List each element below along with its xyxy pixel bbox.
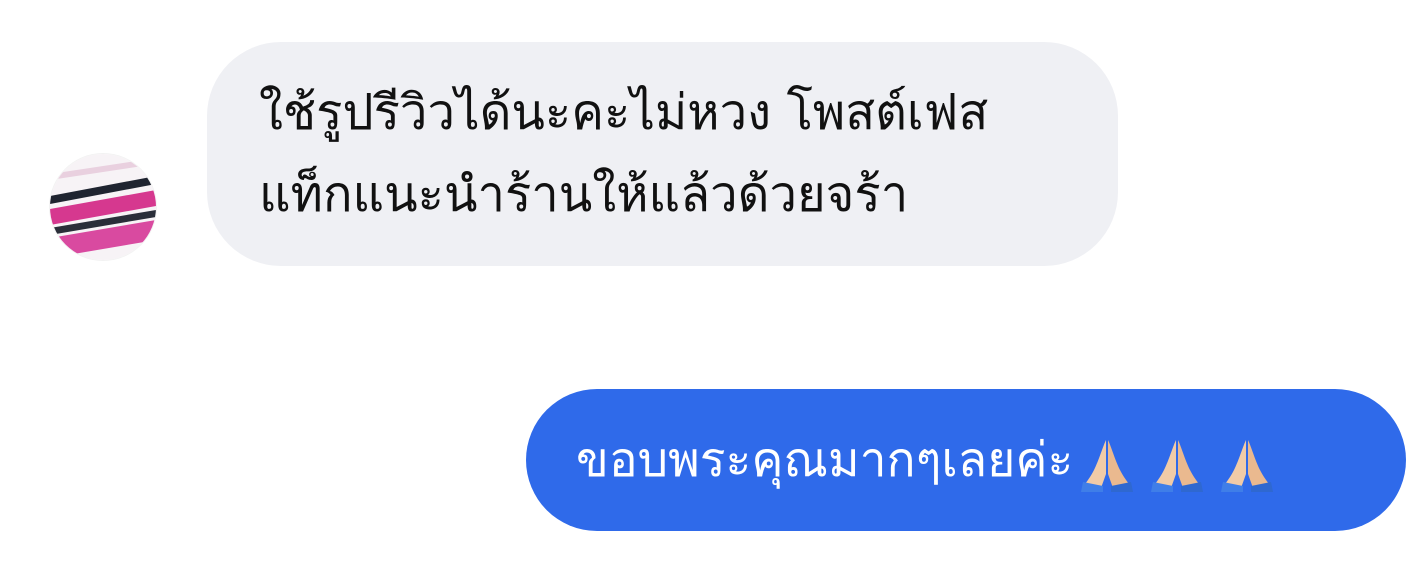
avatar-image — [50, 154, 156, 260]
contact-avatar[interactable] — [50, 154, 156, 260]
received-message-line-2: แท็กแนะนำร้านให้แล้วด้วยจร้า — [259, 166, 909, 223]
sent-message-bubble[interactable]: ขอบพระคุณมากๆเลยค่ะ — [526, 389, 1406, 531]
received-message-line-1: ใช้รูปรีวิวได้นะคะไม่หวง โพสต์เฟส — [259, 84, 989, 141]
praying-hands-icon — [1219, 436, 1275, 492]
received-message-bubble[interactable]: ใช้รูปรีวิวได้นะคะไม่หวง โพสต์เฟส แท็กแน… — [207, 42, 1118, 266]
praying-hands-icon — [1079, 436, 1135, 492]
emoji-group — [1079, 436, 1275, 492]
praying-hands-icon — [1149, 436, 1205, 492]
sent-message-text: ขอบพระคุณมากๆเลยค่ะ — [576, 432, 1074, 488]
